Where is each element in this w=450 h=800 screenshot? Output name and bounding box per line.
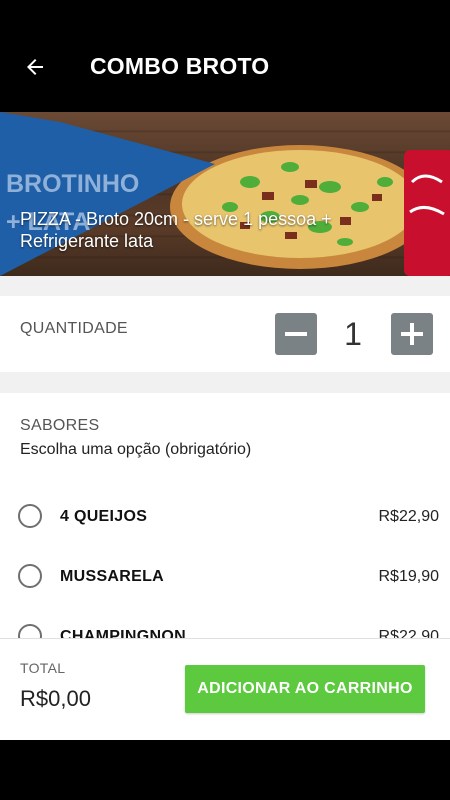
total-label: TOTAL bbox=[20, 660, 66, 676]
add-to-cart-button[interactable]: ADICIONAR AO CARRINHO bbox=[185, 665, 425, 713]
checkout-footer: TOTAL R$0,00 ADICIONAR AO CARRINHO bbox=[0, 638, 450, 740]
flavor-option[interactable]: 4 QUEIJOS R$22,90 bbox=[0, 498, 450, 554]
quantity-value: 1 bbox=[344, 316, 362, 352]
product-banner: BROTINHO + LATA PIZZA - Broto 20cm - ser… bbox=[0, 112, 450, 276]
quantity-card: QUANTIDADE 1 bbox=[0, 296, 450, 372]
increase-quantity-button[interactable] bbox=[391, 313, 433, 355]
arrow-back-icon bbox=[27, 59, 43, 75]
page-title: COMBO BROTO bbox=[90, 53, 270, 79]
flavor-price: R$22,90 bbox=[378, 628, 440, 638]
flavors-card: SABORES Escolha uma opção (obrigatório) … bbox=[0, 393, 450, 638]
flavor-price: R$22,90 bbox=[378, 508, 440, 525]
flavor-name: MUSSARELA bbox=[60, 568, 165, 585]
quantity-label: QUANTIDADE bbox=[20, 320, 128, 337]
flavor-option[interactable]: CHAMPINGNON R$22,90 bbox=[0, 618, 450, 638]
flavor-price: R$19,90 bbox=[378, 568, 440, 585]
flavors-subtitle: Escolha uma opção (obrigatório) bbox=[20, 441, 252, 458]
back-button[interactable] bbox=[14, 46, 56, 88]
flavor-name: CHAMPINGNON bbox=[60, 628, 186, 638]
radio-button[interactable] bbox=[18, 624, 42, 638]
total-value: R$0,00 bbox=[20, 686, 91, 711]
radio-button[interactable] bbox=[18, 504, 42, 528]
flavor-option[interactable]: MUSSARELA R$19,90 bbox=[0, 558, 450, 614]
system-nav-bar bbox=[0, 740, 450, 800]
content-area[interactable]: QUANTIDADE 1 SABORES Escolha uma opção (… bbox=[0, 276, 450, 638]
minus-icon bbox=[285, 332, 307, 336]
flavor-name: 4 QUEIJOS bbox=[60, 508, 148, 525]
app-bar: COMBO BROTO bbox=[0, 0, 450, 112]
radio-button[interactable] bbox=[18, 564, 42, 588]
flavors-title: SABORES bbox=[20, 417, 100, 434]
product-description: PIZZA - Broto 20cm - serve 1 pessoa + Re… bbox=[20, 209, 332, 251]
decrease-quantity-button[interactable] bbox=[275, 313, 317, 355]
brand-text-line1: BROTINHO bbox=[6, 170, 139, 198]
plus-icon bbox=[401, 323, 423, 345]
